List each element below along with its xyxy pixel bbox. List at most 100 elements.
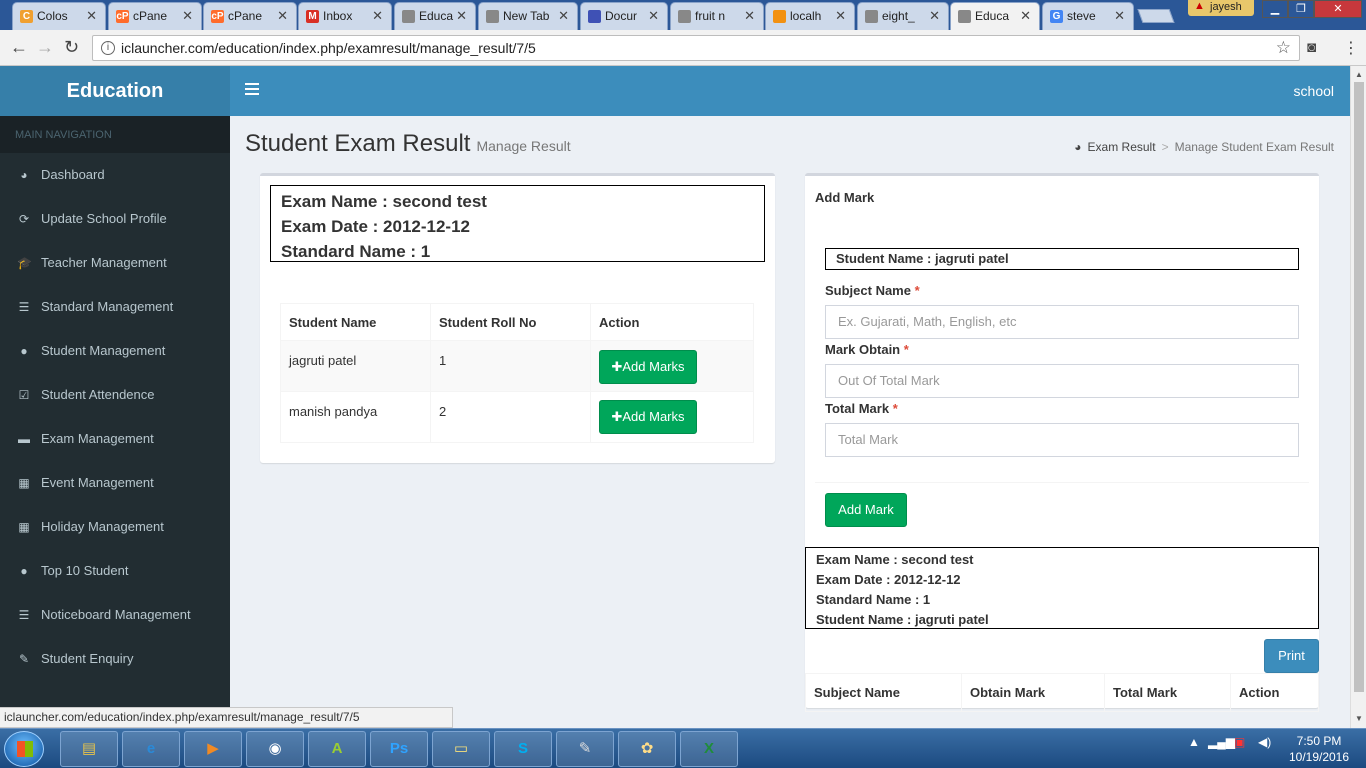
browser-tab[interactable]: New Tab ✕ [478, 2, 578, 30]
volume-icon[interactable]: ◀) [1258, 735, 1271, 749]
file-explorer-taskbar-icon[interactable]: ▤ [60, 731, 118, 767]
sidebar-item[interactable]: 🎓 Teacher Management [0, 241, 230, 285]
sidebar-toggle-icon[interactable] [245, 83, 259, 95]
sidebar-item[interactable]: ✎ Student Enquiry [0, 637, 230, 681]
tab-favicon-icon: cP [116, 10, 129, 23]
close-tab-icon[interactable]: ✕ [182, 8, 193, 24]
browser-tab[interactable]: cP cPane ✕ [108, 2, 202, 30]
breadcrumb-current: Manage Student Exam Result [1174, 140, 1334, 154]
notification-icon[interactable]: ▣ [1234, 735, 1245, 749]
skype-taskbar-icon[interactable]: S [494, 731, 552, 767]
browser-tab[interactable]: localh ✕ [765, 2, 855, 30]
close-tab-icon[interactable]: ✕ [1114, 8, 1125, 24]
sidebar-item[interactable]: ● Top 10 Student [0, 549, 230, 593]
browser-tab[interactable]: Educa ✕ [950, 2, 1040, 30]
breadcrumb-home[interactable]: Exam Result [1088, 140, 1156, 154]
close-tab-icon[interactable]: ✕ [372, 8, 383, 24]
tab-favicon-icon [588, 10, 601, 23]
page-title: Student Exam Result Manage Result [245, 130, 571, 157]
browser-tab[interactable]: C Colos ✕ [12, 2, 106, 30]
system-clock[interactable]: 7:50 PM 10/19/2016 [1284, 733, 1354, 765]
browser-tab[interactable]: cP cPane ✕ [203, 2, 297, 30]
brand-logo[interactable]: Education [0, 66, 230, 116]
chrome-taskbar-icon[interactable]: ◉ [246, 731, 304, 767]
browser-tab[interactable]: Educa ✕ [394, 2, 476, 30]
bookmark-star-icon[interactable]: ☆ [1276, 38, 1291, 58]
excel-taskbar-icon[interactable]: X [680, 731, 738, 767]
menu-icon[interactable]: ⋮ [1343, 38, 1359, 58]
url-input[interactable]: i iclauncher.com/education/index.php/exa… [92, 35, 1300, 61]
reload-icon[interactable]: ↻ [64, 37, 79, 58]
subject-input[interactable]: Ex. Gujarati, Math, English, etc [825, 305, 1299, 339]
close-tab-icon[interactable]: ✕ [277, 8, 288, 24]
scroll-down-icon[interactable]: ▼ [1355, 714, 1363, 723]
user-menu[interactable]: school [1294, 83, 1334, 99]
sidebar-item[interactable]: ▦ Holiday Management [0, 505, 230, 549]
photoshop-taskbar-icon[interactable]: Ps [370, 731, 428, 767]
close-window-icon[interactable]: ✕ [1314, 0, 1362, 18]
sticky-notes-taskbar-icon[interactable]: ▭ [432, 731, 490, 767]
sidebar-item[interactable]: ▬ Exam Management [0, 417, 230, 461]
address-bar: ← → ↻ i iclauncher.com/education/index.p… [0, 30, 1366, 66]
close-tab-icon[interactable]: ✕ [1020, 8, 1031, 24]
page-subtitle: Manage Result [476, 138, 571, 154]
sidebar-item-label: Top 10 Student [41, 563, 129, 578]
cell-student-name: jagruti patel [280, 340, 431, 392]
tab-favicon-icon [678, 10, 691, 23]
close-tab-icon[interactable]: ✕ [648, 8, 659, 24]
user-icon: ● [20, 564, 28, 578]
sidebar-item-label: Student Attendence [41, 387, 155, 402]
info-icon[interactable]: i [101, 41, 115, 55]
close-tab-icon[interactable]: ✕ [744, 8, 755, 24]
close-tab-icon[interactable]: ✕ [929, 8, 940, 24]
internet-explorer-taskbar-icon[interactable]: e [122, 731, 180, 767]
sidebar-item[interactable]: ⟳ Update School Profile [0, 197, 230, 241]
notepad-taskbar-icon[interactable]: ✎ [556, 731, 614, 767]
forward-icon[interactable]: → [36, 37, 54, 58]
start-button[interactable] [4, 731, 44, 767]
sidebar-item[interactable]: ☰ Standard Management [0, 285, 230, 329]
minimize-icon[interactable]: ▁ [1262, 0, 1288, 18]
sidebar-item[interactable]: ▦ Event Management [0, 461, 230, 505]
mark-obtain-label: Mark Obtain * [825, 342, 909, 357]
network-icon[interactable]: ▂▄▆ [1208, 735, 1235, 749]
browser-tab[interactable]: Docur ✕ [580, 2, 668, 30]
scroll-up-icon[interactable]: ▲ [1355, 70, 1363, 79]
media-player-taskbar-icon[interactable]: ▶ [184, 731, 242, 767]
browser-tab[interactable]: Gsteve ✕ [1042, 2, 1134, 30]
browser-tab-strip: Gsteve ✕ Educa ✕ eight_ ✕ localh ✕ fruit n ✕ Docur… [0, 0, 1366, 30]
camera-icon[interactable]: ◙ [1307, 39, 1316, 56]
show-hidden-icons-icon[interactable]: ▲ [1188, 735, 1200, 749]
back-icon[interactable]: ← [10, 37, 28, 58]
browser-tab[interactable]: fruit n ✕ [670, 2, 764, 30]
close-tab-icon[interactable]: ✕ [86, 8, 97, 24]
result-exam-name: Exam Name : second test [816, 552, 974, 567]
tab-label: Educa [975, 9, 1010, 23]
scrollbar-thumb[interactable] [1354, 82, 1364, 692]
page-scrollbar[interactable]: ▲ ▼ [1350, 66, 1366, 728]
mark-obtain-input[interactable]: Out Of Total Mark [825, 364, 1299, 398]
close-tab-icon[interactable]: ✕ [835, 8, 846, 24]
add-mark-submit-button[interactable]: Add Mark [825, 493, 907, 527]
profile-badge[interactable]: ▲ jayesh [1188, 0, 1254, 16]
android-studio-taskbar-icon[interactable]: A [308, 731, 366, 767]
print-button[interactable]: Print [1264, 639, 1319, 673]
maximize-icon[interactable]: ❐ [1288, 0, 1314, 18]
total-mark-input[interactable]: Total Mark [825, 423, 1299, 457]
close-tab-icon[interactable]: ✕ [558, 8, 569, 24]
add-marks-button[interactable]: ✚Add Marks [599, 400, 697, 434]
student-name-panel: Student Name : jagruti patel [825, 248, 1299, 270]
tab-favicon-icon: C [20, 10, 33, 23]
new-tab-button[interactable] [1137, 9, 1175, 23]
sidebar-item[interactable]: ● Student Management [0, 329, 230, 373]
top-navbar: school [230, 66, 1350, 116]
sidebar-item[interactable]: ◕ Dashboard [0, 153, 230, 197]
browser-tab[interactable]: eight_ ✕ [857, 2, 949, 30]
browser-tab[interactable]: M Inbox ✕ [298, 2, 392, 30]
sidebar-item[interactable]: ☑ Student Attendence [0, 373, 230, 417]
paint-taskbar-icon[interactable]: ✿ [618, 731, 676, 767]
close-tab-icon[interactable]: ✕ [456, 8, 467, 24]
add-marks-button[interactable]: ✚Add Marks [599, 350, 697, 384]
result-exam-date: Exam Date : 2012-12-12 [816, 572, 961, 587]
sidebar-item[interactable]: ☰ Noticeboard Management [0, 593, 230, 637]
